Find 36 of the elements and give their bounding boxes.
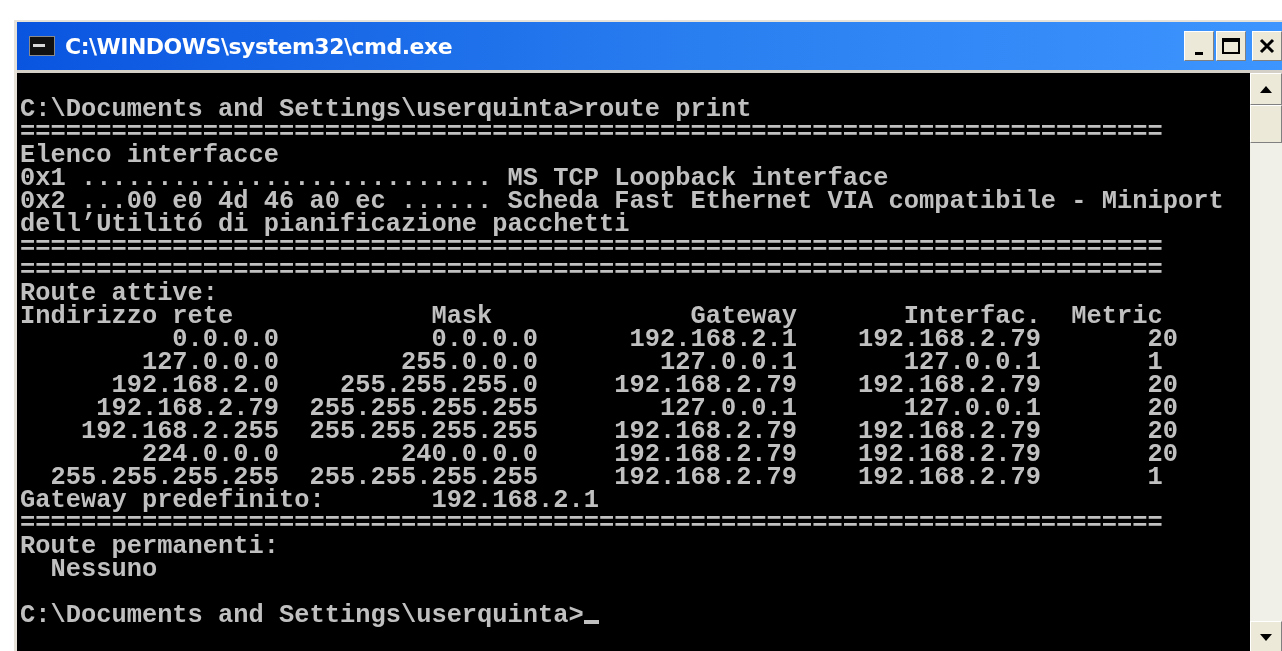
console-line: 192.168.2.0 255.255.255.0 192.168.2.79 192.168.2.79 20 [111, 374, 1178, 397]
console-line: 0x1 ........................... MS TCP Loopback interface [20, 167, 889, 190]
close-button[interactable] [1252, 31, 1282, 61]
console-line: 0x2 ...00 e0 4d 46 a0 ec ...... Scheda Fast Ethernet VIA compatibile - Miniport [20, 190, 1224, 213]
maximize-button[interactable] [1216, 31, 1246, 61]
maximize-icon [1222, 38, 1240, 54]
minimize-button[interactable] [1184, 31, 1214, 61]
close-icon [1259, 38, 1275, 54]
console-line: Elenco interfacce [20, 144, 280, 167]
console-line: =========================================================================== [20, 512, 1163, 535]
console-line: Route permanenti: [20, 535, 280, 558]
console-line: 192.168.2.79 255.255.255.255 127.0.0.1 127.0.0.1 20 [96, 397, 1178, 420]
console-line: 224.0.0.0 240.0.0.0 192.168.2.79 192.168.2.79 20 [141, 443, 1178, 466]
text-cursor [583, 620, 599, 624]
up-arrow-icon [1260, 85, 1272, 93]
console-line: =========================================================================== [20, 236, 1163, 259]
console-line: Indirizzo rete Mask Gateway Interfac. Metric [20, 305, 1163, 328]
minimize-icon [1195, 51, 1203, 55]
window-title: C:\WINDOWS\system32\cmd.exe [65, 33, 453, 59]
console-line: =========================================================================== [20, 121, 1163, 144]
console-icon [29, 36, 55, 56]
console-line: =========================================================================== [20, 259, 1163, 282]
console-line: dell’Utilitó di pianificazione pacchetti [20, 213, 630, 236]
console-line: C:\Documents and Settings\userquinta>route print [20, 98, 752, 121]
scroll-up-button[interactable] [1250, 73, 1282, 105]
console-line: Gateway predefinito: 192.168.2.1 [20, 489, 599, 512]
console-line: 255.255.255.255 255.255.255.255 192.168.2.79 192.168.2.79 1 [50, 466, 1163, 489]
down-arrow-icon [1260, 633, 1272, 641]
console-line: Nessuno [49, 558, 158, 581]
console-line: 127.0.0.0 255.0.0.0 127.0.0.1 127.0.0.1 1 [141, 351, 1163, 374]
console-line: 0.0.0.0 0.0.0.0 192.168.2.1 192.168.2.79 20 [172, 328, 1178, 351]
scroll-down-button[interactable] [1250, 621, 1282, 651]
scroll-thumb[interactable] [1250, 105, 1282, 143]
console-line: C:\Documents and Settings\userquinta> [20, 604, 584, 627]
console-line: Route attive: [20, 282, 219, 305]
console-line: 192.168.2.255 255.255.255.255 192.168.2.79 192.168.2.79 20 [79, 420, 1178, 443]
